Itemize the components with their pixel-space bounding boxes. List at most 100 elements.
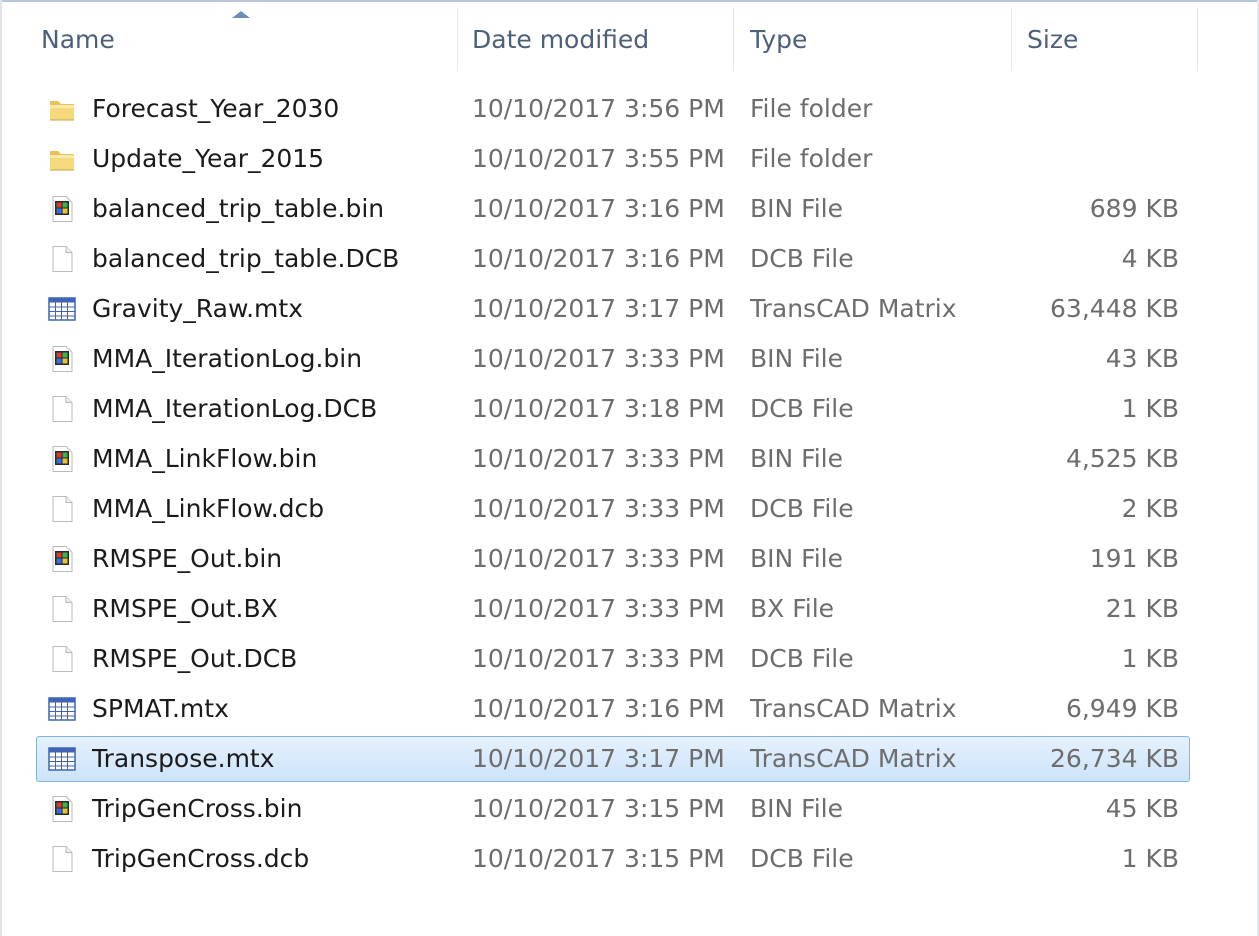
window-left-border [0,0,8,936]
column-header-bar: Name Date modified Type Size [8,8,1257,70]
file-type: File folder [750,144,873,173]
file-date-modified: 10/10/2017 3:33 PM [472,344,725,373]
bin-file-icon [47,344,77,374]
file-type: DCB File [750,244,854,273]
file-name: MMA_LinkFlow.bin [92,444,318,473]
file-date-modified: 10/10/2017 3:16 PM [472,694,725,723]
file-type: BX File [750,594,835,623]
file-name: Update_Year_2015 [92,144,325,173]
column-header-type[interactable]: Type [734,8,1012,70]
matrix-file-icon [47,694,77,724]
file-name: MMA_IterationLog.DCB [92,394,378,423]
file-type: TransCAD Matrix [750,744,957,773]
file-type: BIN File [750,544,844,573]
file-name: MMA_LinkFlow.dcb [92,494,325,523]
file-row[interactable]: RMSPE_Out.DCB 10/10/2017 3:33 PM DCB File 1… [36,636,1190,682]
blank-file-icon [47,644,77,674]
file-name: balanced_trip_table.DCB [92,244,400,273]
file-size: 1 KB [1121,644,1179,673]
file-size: 43 KB [1105,344,1179,373]
bin-file-icon [47,194,77,224]
file-size: 21 KB [1105,594,1179,623]
file-size: 4 KB [1121,244,1179,273]
file-date-modified: 10/10/2017 3:18 PM [472,394,725,423]
file-date-modified: 10/10/2017 3:17 PM [472,294,725,323]
column-header-size[interactable]: Size [1012,8,1198,70]
file-name: Gravity_Raw.mtx [92,294,303,323]
file-name: RMSPE_Out.DCB [92,644,298,673]
file-size: 2 KB [1121,494,1179,523]
file-row[interactable]: balanced_trip_table.bin 10/10/2017 3:16 P… [36,186,1190,232]
file-size: 4,525 KB [1065,444,1179,473]
file-row[interactable]: Forecast_Year_2030 10/10/2017 3:56 PM File… [36,86,1190,132]
file-row[interactable]: TripGenCross.bin 10/10/2017 3:15 PM BIN Fi… [36,786,1190,832]
file-size: 1 KB [1121,844,1179,873]
file-row[interactable]: MMA_LinkFlow.dcb 10/10/2017 3:33 PM DCB Fi… [36,486,1190,532]
file-type: DCB File [750,644,854,673]
file-row[interactable]: Update_Year_2015 10/10/2017 3:55 PM File f… [36,136,1190,182]
file-date-modified: 10/10/2017 3:17 PM [472,744,725,773]
file-date-modified: 10/10/2017 3:33 PM [472,594,725,623]
file-name: Transpose.mtx [92,744,275,773]
file-date-modified: 10/10/2017 3:33 PM [472,644,725,673]
file-date-modified: 10/10/2017 3:33 PM [472,544,725,573]
file-list: Forecast_Year_2030 10/10/2017 3:56 PM File… [36,86,1190,886]
file-name: SPMAT.mtx [92,694,229,723]
blank-file-icon [47,844,77,874]
file-type: BIN File [750,194,844,223]
folder-icon [47,94,77,124]
file-name: Forecast_Year_2030 [92,94,340,123]
blank-file-icon [47,394,77,424]
bin-file-icon [47,544,77,574]
file-name: balanced_trip_table.bin [92,194,385,223]
file-name: RMSPE_Out.bin [92,544,283,573]
blank-file-icon [47,244,77,274]
file-type: DCB File [750,394,854,423]
file-date-modified: 10/10/2017 3:15 PM [472,794,725,823]
matrix-file-icon [47,294,77,324]
file-size: 689 KB [1089,194,1179,223]
file-row[interactable]: balanced_trip_table.DCB 10/10/2017 3:16 P… [36,236,1190,282]
file-row[interactable]: Gravity_Raw.mtx 10/10/2017 3:17 PM TransCA… [36,286,1190,332]
file-type: DCB File [750,494,854,523]
file-name: MMA_IterationLog.bin [92,344,363,373]
file-row[interactable]: MMA_IterationLog.bin 10/10/2017 3:33 PM BI… [36,336,1190,382]
bin-file-icon [47,794,77,824]
file-row[interactable]: MMA_IterationLog.DCB 10/10/2017 3:18 PM DC… [36,386,1190,432]
file-size: 1 KB [1121,394,1179,423]
file-size: 6,949 KB [1065,694,1179,723]
file-type: TransCAD Matrix [750,694,957,723]
file-date-modified: 10/10/2017 3:15 PM [472,844,725,873]
bin-file-icon [47,444,77,474]
matrix-file-icon [47,744,77,774]
file-name: TripGenCross.bin [92,794,303,823]
file-type: DCB File [750,844,854,873]
file-date-modified: 10/10/2017 3:16 PM [472,244,725,273]
file-date-modified: 10/10/2017 3:33 PM [472,494,725,523]
column-header-name[interactable]: Name [8,8,458,70]
file-row[interactable]: MMA_LinkFlow.bin 10/10/2017 3:33 PM BIN Fi… [36,436,1190,482]
file-row[interactable]: Transpose.mtx 10/10/2017 3:17 PM TransCAD … [36,736,1190,782]
blank-file-icon [47,494,77,524]
file-size: 45 KB [1105,794,1179,823]
file-row[interactable]: TripGenCross.dcb 10/10/2017 3:15 PM DCB Fi… [36,836,1190,882]
file-date-modified: 10/10/2017 3:33 PM [472,444,725,473]
file-row[interactable]: RMSPE_Out.BX 10/10/2017 3:33 PM BX File 21 … [36,586,1190,632]
file-size: 191 KB [1089,544,1179,573]
file-type: File folder [750,94,873,123]
file-type: BIN File [750,344,844,373]
blank-file-icon [47,594,77,624]
file-name: RMSPE_Out.BX [92,594,278,623]
file-type: BIN File [750,794,844,823]
file-date-modified: 10/10/2017 3:55 PM [472,144,725,173]
folder-icon [47,144,77,174]
file-size: 26,734 KB [1050,744,1179,773]
file-date-modified: 10/10/2017 3:16 PM [472,194,725,223]
file-type: TransCAD Matrix [750,294,957,323]
file-size: 63,448 KB [1050,294,1179,323]
window-top-border [0,0,1259,8]
column-header-date-modified[interactable]: Date modified [458,8,734,70]
file-name: TripGenCross.dcb [92,844,310,873]
file-row[interactable]: RMSPE_Out.bin 10/10/2017 3:33 PM BIN File 1… [36,536,1190,582]
file-row[interactable]: SPMAT.mtx 10/10/2017 3:16 PM TransCAD Matr… [36,686,1190,732]
